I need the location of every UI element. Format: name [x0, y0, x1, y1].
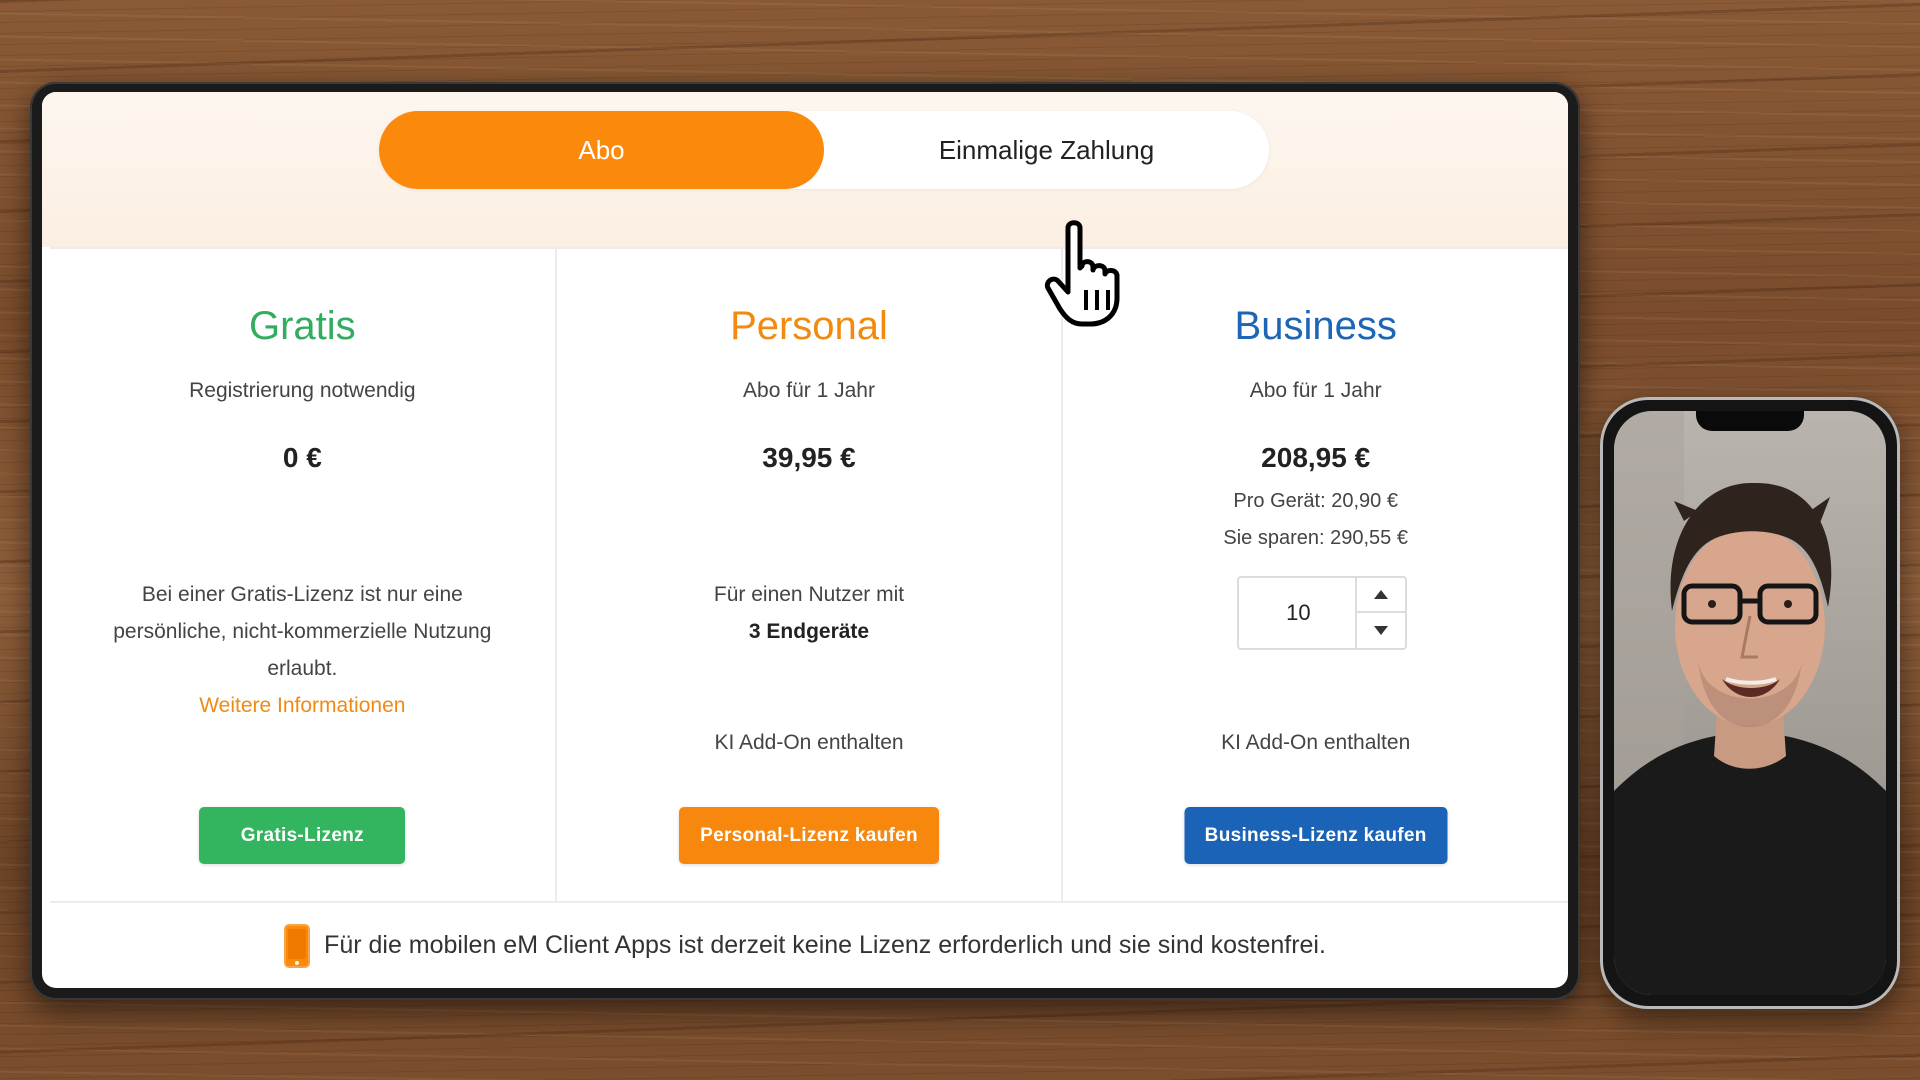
- more-info-link[interactable]: Weitere Informationen: [110, 687, 495, 724]
- chevron-down-icon: [1374, 626, 1389, 635]
- plan-name: Personal: [730, 304, 888, 348]
- plan-price: 208,95 €: [1261, 442, 1371, 473]
- plan-card-personal: Personal Abo für 1 Jahr 39,95 € Für eine…: [554, 249, 1062, 901]
- plan-device-count: 3 Endgeräte: [748, 620, 870, 643]
- mobile-apps-notice-text: Für die mobilen eM Client Apps ist derze…: [324, 931, 1326, 959]
- chevron-up-icon: [1374, 590, 1389, 599]
- hand-pointer-cursor-icon: [1044, 220, 1120, 327]
- savings-text: Sie sparen: 290,55 €: [1223, 527, 1408, 549]
- toggle-one-time-payment[interactable]: Einmalige Zahlung: [824, 111, 1269, 189]
- gratis-license-button[interactable]: Gratis-Lizenz: [199, 807, 406, 864]
- plan-subtitle: Abo für 1 Jahr: [1249, 379, 1382, 402]
- plan-description: Bei einer Gratis-Lizenz ist nur eine per…: [110, 576, 495, 724]
- plan-description-line: Für einen Nutzer mit: [713, 583, 905, 606]
- tablet-frame: Abo Einmalige Zahlung Gratis Registrieru…: [30, 82, 1580, 1000]
- presenter-phone-frame: [1600, 397, 1900, 1009]
- pricing-page: Abo Einmalige Zahlung Gratis Registrieru…: [42, 92, 1568, 988]
- plan-addon: KI Add-On enthalten: [1221, 731, 1411, 754]
- plan-addon: KI Add-On enthalten: [714, 731, 904, 754]
- plan-card-business: Business Abo für 1 Jahr 208,95 € Pro Ger…: [1061, 249, 1568, 901]
- plan-price: 0 €: [282, 442, 322, 473]
- plan-name: Gratis: [248, 304, 356, 348]
- plan-price: 39,95 €: [762, 442, 856, 473]
- plan-card-gratis: Gratis Registrierung notwendig 0 € Bei e…: [50, 249, 555, 901]
- toggle-subscription[interactable]: Abo: [379, 111, 824, 189]
- plan-cards: Gratis Registrierung notwendig 0 € Bei e…: [50, 247, 1568, 903]
- decrement-button[interactable]: [1357, 613, 1405, 648]
- plan-description-text: Bei einer Gratis-Lizenz ist nur eine per…: [113, 583, 492, 680]
- buy-business-license-button[interactable]: Business-Lizenz kaufen: [1184, 807, 1448, 864]
- increment-button[interactable]: [1357, 578, 1406, 613]
- presenter-video: [1614, 411, 1886, 995]
- price-per-device: Pro Gerät: 20,90 €: [1233, 490, 1398, 512]
- plan-subtitle: Abo für 1 Jahr: [743, 379, 875, 402]
- billing-toggle-area: Abo Einmalige Zahlung: [42, 92, 1568, 247]
- presenter-image: [1614, 411, 1886, 995]
- buy-personal-license-button[interactable]: Personal-Lizenz kaufen: [679, 807, 939, 864]
- device-quantity-stepper[interactable]: 10: [1237, 576, 1408, 650]
- plan-subtitle: Registrierung notwendig: [189, 379, 416, 402]
- billing-toggle: Abo Einmalige Zahlung: [379, 111, 1269, 189]
- mobile-phone-icon: [284, 923, 311, 968]
- plan-name: Business: [1234, 304, 1397, 348]
- quantity-value[interactable]: 10: [1239, 578, 1357, 648]
- phone-notch: [1696, 411, 1804, 431]
- plan-description: Für einen Nutzer mit 3 Endgeräte: [617, 576, 1002, 650]
- stepper-arrows: [1355, 578, 1406, 648]
- mobile-apps-notice: Für die mobilen eM Client Apps ist derze…: [42, 903, 1568, 988]
